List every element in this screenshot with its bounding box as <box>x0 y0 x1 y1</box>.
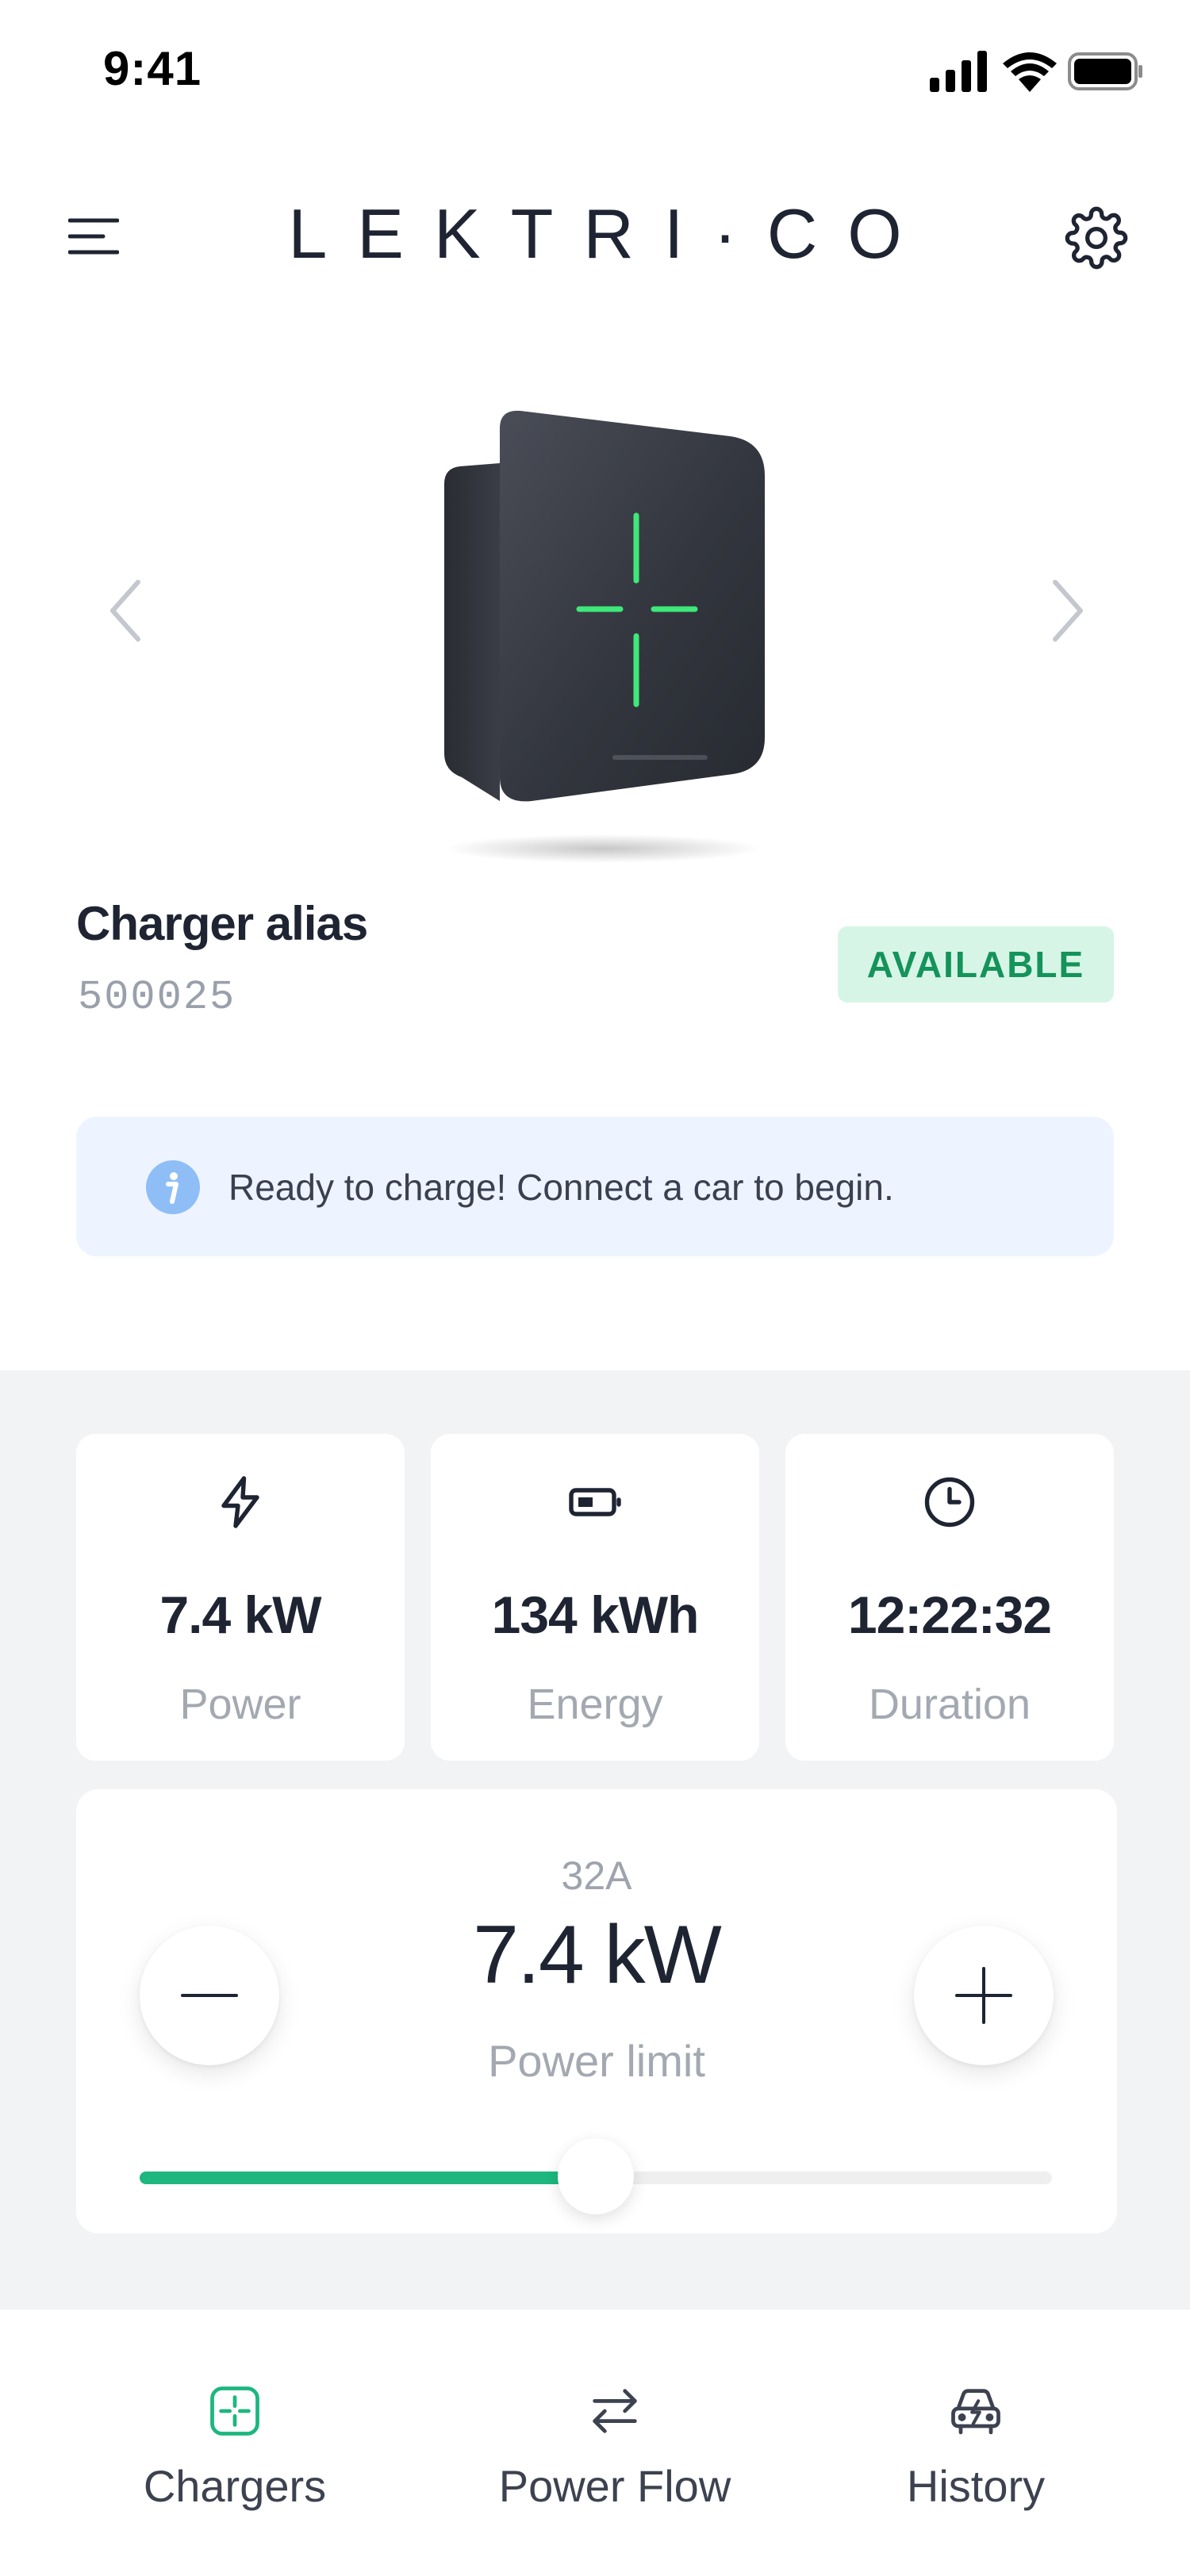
minus-icon <box>181 1994 238 1997</box>
nav-item-power-flow[interactable]: Power Flow <box>456 2381 774 2540</box>
charger-image <box>413 404 777 864</box>
menu-button[interactable] <box>67 213 120 260</box>
current-amps: 32A <box>561 1853 632 1898</box>
chevron-left-icon <box>110 580 140 642</box>
next-charger-button[interactable] <box>1042 571 1090 650</box>
battery-icon <box>566 1474 624 1531</box>
nav-label: Power Flow <box>498 2461 731 2511</box>
stats-section: 7.4 kW Power 134 kWh Energy 12:22:32 Dur… <box>0 1370 1190 2310</box>
nav-label: Chargers <box>143 2461 327 2511</box>
slider-fill <box>140 2172 596 2184</box>
charger-serial: 500025 <box>78 974 236 1021</box>
plus-icon <box>955 1967 1012 2024</box>
clock-icon <box>921 1474 978 1531</box>
brand-logo-text: LEKTRI·CO <box>288 194 932 273</box>
charger-icon <box>205 2381 265 2441</box>
increase-power-button[interactable] <box>914 1926 1054 2065</box>
stat-card-energy: 134 kWh Energy <box>431 1434 759 1761</box>
info-message: Ready to charge! Connect a car to begin. <box>228 1167 894 1208</box>
status-icons <box>928 48 1142 95</box>
stat-value: 12:22:32 <box>847 1585 1052 1644</box>
power-limit-slider[interactable] <box>140 2137 1052 2216</box>
status-badge: AVAILABLE <box>838 926 1114 1002</box>
gear-icon <box>1065 206 1128 270</box>
slider-thumb[interactable] <box>558 2138 634 2214</box>
stat-value: 7.4 kW <box>159 1585 321 1644</box>
settings-button[interactable] <box>1065 206 1128 270</box>
previous-charger-button[interactable] <box>103 571 151 650</box>
lightning-icon <box>212 1474 269 1531</box>
stat-card-duration: 12:22:32 Duration <box>785 1434 1114 1761</box>
nav-item-history[interactable]: History <box>817 2381 1134 2540</box>
nav-label: History <box>906 2461 1046 2511</box>
power-limit-card: 32A 7.4 kW Power limit <box>76 1789 1117 2233</box>
power-flow-icon <box>585 2381 645 2441</box>
car-history-icon <box>946 2381 1006 2441</box>
stat-value: 134 kWh <box>491 1585 700 1644</box>
charger-alias: Charger alias <box>76 897 368 950</box>
stat-label: Energy <box>527 1681 663 1728</box>
chevron-right-icon <box>1053 580 1083 642</box>
bottom-navigation: Chargers Power Flow History <box>0 2310 1190 2576</box>
cellular-signal-icon <box>930 51 987 92</box>
info-banner: Ready to charge! Connect a car to begin. <box>76 1117 1114 1256</box>
stat-card-power: 7.4 kW Power <box>76 1434 405 1761</box>
hamburger-menu-icon <box>67 218 120 255</box>
nav-item-chargers[interactable]: Chargers <box>76 2381 393 2540</box>
battery-status-icon <box>1068 52 1142 90</box>
stat-label: Power <box>179 1681 301 1728</box>
wifi-icon <box>1003 52 1057 92</box>
decrease-power-button[interactable] <box>140 1926 279 2065</box>
status-time: 9:41 <box>103 42 202 95</box>
info-icon <box>146 1160 200 1214</box>
brand-logo: LEKTRI·CO <box>288 190 932 278</box>
stat-label: Duration <box>868 1681 1031 1728</box>
